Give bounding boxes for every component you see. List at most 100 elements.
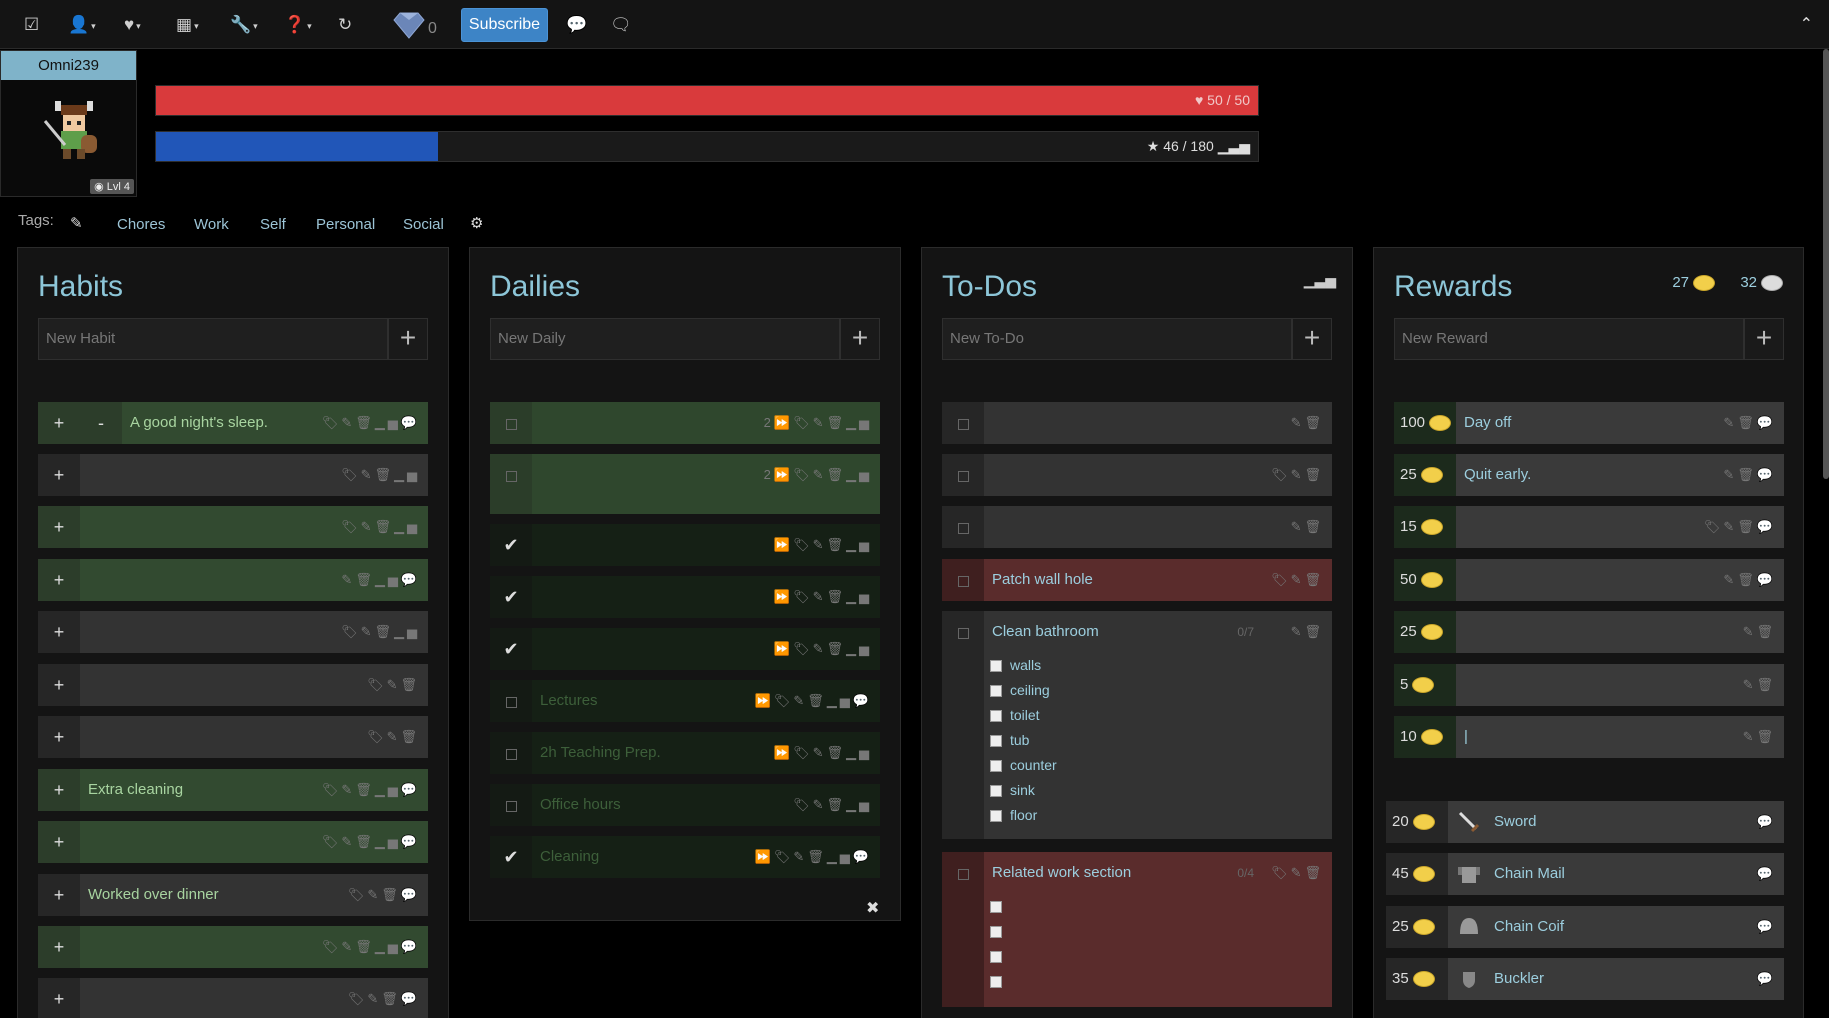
daily-item[interactable]: Lectures ⏩🏷✎🗑▁▅💬: [490, 680, 880, 722]
checklist-item[interactable]: [990, 969, 1010, 994]
daily-checkbox[interactable]: [490, 402, 532, 444]
task-actions[interactable]: 🏷✎🗑: [367, 664, 420, 706]
task-actions[interactable]: ✎🗑: [1291, 611, 1324, 653]
task-actions[interactable]: ✎🗑▁▅💬: [341, 559, 420, 601]
reward-buy-button[interactable]: 25: [1394, 454, 1456, 496]
habit-plus-button[interactable]: +: [38, 506, 80, 548]
daily-check-icon[interactable]: ✔: [490, 836, 532, 878]
gem-icon[interactable]: [392, 10, 426, 40]
subscribe-button[interactable]: Subscribe: [461, 8, 548, 42]
task-actions[interactable]: 🏷✎🗑💬: [1704, 506, 1776, 548]
new-daily-input[interactable]: New Daily: [490, 318, 840, 360]
habit-plus-button[interactable]: +: [38, 926, 80, 968]
habit-plus-button[interactable]: +: [38, 559, 80, 601]
add-reward-button[interactable]: +: [1744, 318, 1784, 360]
task-actions[interactable]: 🏷✎🗑▁▅: [341, 506, 420, 548]
checklist-item[interactable]: [990, 919, 1010, 944]
daily-item[interactable]: ✔ ⏩🏷✎🗑▁▅: [490, 576, 880, 618]
daily-checkbox[interactable]: [490, 454, 532, 514]
habit-item[interactable]: + ✎🗑▁▅💬: [38, 559, 428, 601]
reward-buy-button[interactable]: 5: [1394, 664, 1456, 706]
checklist-item[interactable]: sink: [990, 778, 1057, 803]
task-actions[interactable]: 🏷✎🗑▁▅💬: [322, 821, 420, 863]
todo-checkbox[interactable]: [942, 559, 984, 601]
settings-menu-icon[interactable]: 🔧 ▾: [230, 14, 258, 36]
task-actions[interactable]: ⏩🏷✎🗑▁▅: [774, 576, 872, 618]
reward-buy-button[interactable]: 100: [1394, 402, 1456, 444]
chat-icon[interactable]: 💬: [566, 14, 587, 36]
new-reward-input[interactable]: New Reward: [1394, 318, 1744, 360]
daily-item[interactable]: Office hours 🏷✎🗑▁▅: [490, 784, 880, 826]
task-actions[interactable]: ⏩🏷✎🗑▁▅: [774, 732, 872, 774]
checklist-item[interactable]: [990, 894, 1010, 919]
user-menu-icon[interactable]: 👤 ▾: [68, 14, 96, 36]
habit-plus-button[interactable]: +: [38, 454, 80, 496]
daily-check-icon[interactable]: ✔: [490, 524, 532, 566]
daily-item[interactable]: 2h Teaching Prep. ⏩🏷✎🗑▁▅: [490, 732, 880, 774]
todo-item[interactable]: Clean bathroom 0/7 ✎🗑 walls ceiling toil…: [942, 611, 1332, 839]
habit-plus-button[interactable]: +: [38, 874, 80, 916]
daily-item[interactable]: 2⏩🏷✎🗑▁▅: [490, 454, 880, 514]
task-actions[interactable]: 🏷✎🗑: [1271, 852, 1324, 894]
task-actions[interactable]: ⏩🏷✎🗑▁▅: [774, 524, 872, 566]
gear-item[interactable]: 45 Chain Mail 💬: [1386, 853, 1784, 895]
task-actions[interactable]: ✎🗑: [1743, 611, 1776, 653]
task-actions[interactable]: 🏷✎🗑: [1271, 559, 1324, 601]
stats-icon[interactable]: ▁▃▅: [1218, 138, 1250, 154]
tag-personal[interactable]: Personal: [316, 216, 375, 233]
task-actions[interactable]: ⏩🏷✎🗑▁▅💬: [755, 836, 872, 878]
habit-item[interactable]: + 🏷✎🗑▁▅: [38, 611, 428, 653]
tag-social[interactable]: Social: [403, 216, 444, 233]
reward-buy-button[interactable]: 15: [1394, 506, 1456, 548]
checklist-item[interactable]: ceiling: [990, 678, 1057, 703]
tag-chores[interactable]: Chores: [117, 216, 165, 233]
gear-info-icon[interactable]: 💬: [1757, 906, 1776, 948]
task-actions[interactable]: 2⏩🏷✎🗑▁▅: [764, 402, 872, 444]
habit-item[interactable]: + 🏷✎🗑: [38, 664, 428, 706]
task-actions[interactable]: 2⏩🏷✎🗑▁▅: [764, 454, 872, 496]
daily-checkbox[interactable]: [490, 784, 532, 826]
gear-info-icon[interactable]: 💬: [1757, 853, 1776, 895]
todo-item[interactable]: Patch wall hole 🏷✎🗑: [942, 559, 1332, 601]
habit-plus-button[interactable]: +: [38, 664, 80, 706]
daily-check-icon[interactable]: ✔: [490, 576, 532, 618]
todo-item[interactable]: ✎🗑: [942, 402, 1332, 444]
task-actions[interactable]: ✎🗑: [1291, 506, 1324, 548]
task-actions[interactable]: ✎🗑💬: [1723, 402, 1776, 444]
task-actions[interactable]: ⏩🏷✎🗑▁▅💬: [755, 680, 872, 722]
daily-checkbox[interactable]: [490, 732, 532, 774]
task-actions[interactable]: 🏷✎🗑▁▅: [341, 611, 420, 653]
checklist-item[interactable]: floor: [990, 803, 1057, 828]
habit-plus-button[interactable]: +: [38, 402, 80, 444]
gear-item[interactable]: 25 Chain Coif 💬: [1386, 906, 1784, 948]
habit-item[interactable]: + 🏷✎🗑💬: [38, 978, 428, 1018]
task-actions[interactable]: ⏩🏷✎🗑▁▅: [774, 628, 872, 670]
social-menu-icon[interactable]: ♥ ▾: [124, 14, 141, 36]
todo-item[interactable]: Related work section 0/4 🏷✎🗑: [942, 852, 1332, 1007]
todo-checkbox[interactable]: [942, 611, 984, 839]
habit-item[interactable]: + - A good night's sleep. 🏷✎🗑▁▅💬: [38, 402, 428, 444]
tag-work[interactable]: Work: [194, 216, 229, 233]
todo-item[interactable]: 🏷✎🗑: [942, 454, 1332, 496]
task-actions[interactable]: 🏷✎🗑▁▅💬: [322, 926, 420, 968]
daily-checkbox[interactable]: [490, 680, 532, 722]
checklist-item[interactable]: [990, 944, 1010, 969]
collapse-header-icon[interactable]: ⌃: [1800, 14, 1813, 34]
gear-item[interactable]: 20 Sword 💬: [1386, 801, 1784, 843]
filter-tags-icon[interactable]: ⚙: [470, 214, 483, 232]
reward-item[interactable]: 10 | ✎🗑: [1394, 716, 1784, 758]
task-actions[interactable]: ✎🗑💬: [1723, 454, 1776, 496]
habit-item[interactable]: + Extra cleaning 🏷✎🗑▁▅💬: [38, 769, 428, 811]
habit-item[interactable]: + 🏷✎🗑▁▅💬: [38, 926, 428, 968]
close-icon[interactable]: ✖: [866, 898, 879, 918]
habit-item[interactable]: + 🏷✎🗑▁▅💬: [38, 821, 428, 863]
checklist-item[interactable]: toilet: [990, 703, 1057, 728]
task-actions[interactable]: 🏷✎🗑💬: [348, 874, 420, 916]
habit-item[interactable]: + Worked over dinner 🏷✎🗑💬: [38, 874, 428, 916]
reward-item[interactable]: 25 Quit early. ✎🗑💬: [1394, 454, 1784, 496]
daily-check-icon[interactable]: ✔: [490, 628, 532, 670]
checklist-item[interactable]: counter: [990, 753, 1057, 778]
task-actions[interactable]: 🏷✎🗑▁▅💬: [322, 402, 420, 444]
task-actions[interactable]: 🏷✎🗑: [1271, 454, 1324, 496]
reward-item[interactable]: 25 ✎🗑: [1394, 611, 1784, 653]
